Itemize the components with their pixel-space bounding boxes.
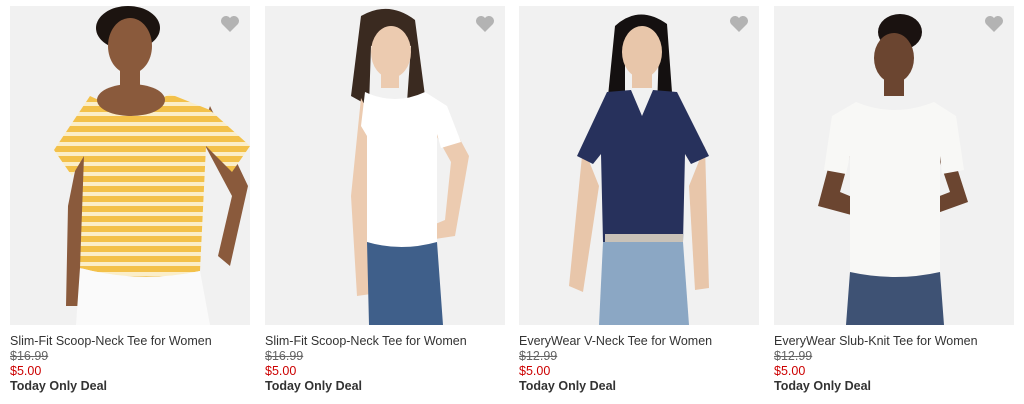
sale-price: $5.00 <box>519 364 551 378</box>
heart-icon[interactable] <box>220 15 240 33</box>
original-price: $16.99 <box>265 349 304 363</box>
original-price: $12.99 <box>774 349 813 363</box>
product-image[interactable] <box>10 6 250 325</box>
deal-label: Today Only Deal <box>10 379 108 393</box>
heart-icon[interactable] <box>729 15 749 33</box>
heart-icon[interactable] <box>984 15 1004 33</box>
product-card[interactable]: EveryWear V-Neck Tee for Women $12.99 $5… <box>519 6 759 394</box>
original-price: $12.99 <box>519 349 558 363</box>
product-name[interactable]: Slim-Fit Scoop-Neck Tee for Women <box>10 334 250 349</box>
original-price: $16.99 <box>10 349 49 363</box>
product-name[interactable]: EveryWear V-Neck Tee for Women <box>519 334 759 349</box>
model-photo-white-scoop-tee <box>265 6 505 325</box>
model-photo-navy-vneck-tee <box>519 6 759 325</box>
product-card[interactable]: EveryWear Slub-Knit Tee for Women $12.99… <box>774 6 1014 394</box>
deal-label: Today Only Deal <box>265 379 363 393</box>
model-photo-striped-tee <box>10 6 250 325</box>
product-image[interactable] <box>519 6 759 325</box>
product-image[interactable] <box>265 6 505 325</box>
sale-price: $5.00 <box>265 364 297 378</box>
product-card[interactable]: Slim-Fit Scoop-Neck Tee for Women $16.99… <box>265 6 505 394</box>
product-grid: Slim-Fit Scoop-Neck Tee for Women $16.99… <box>0 0 1024 404</box>
model-photo-white-slub-tee <box>774 6 1014 325</box>
product-name[interactable]: Slim-Fit Scoop-Neck Tee for Women <box>265 334 505 349</box>
deal-label: Today Only Deal <box>519 379 617 393</box>
product-name[interactable]: EveryWear Slub-Knit Tee for Women <box>774 334 1014 349</box>
sale-price: $5.00 <box>774 364 806 378</box>
heart-icon[interactable] <box>475 15 495 33</box>
product-image[interactable] <box>774 6 1014 325</box>
deal-label: Today Only Deal <box>774 379 872 393</box>
sale-price: $5.00 <box>10 364 42 378</box>
product-card[interactable]: Slim-Fit Scoop-Neck Tee for Women $16.99… <box>10 6 250 394</box>
